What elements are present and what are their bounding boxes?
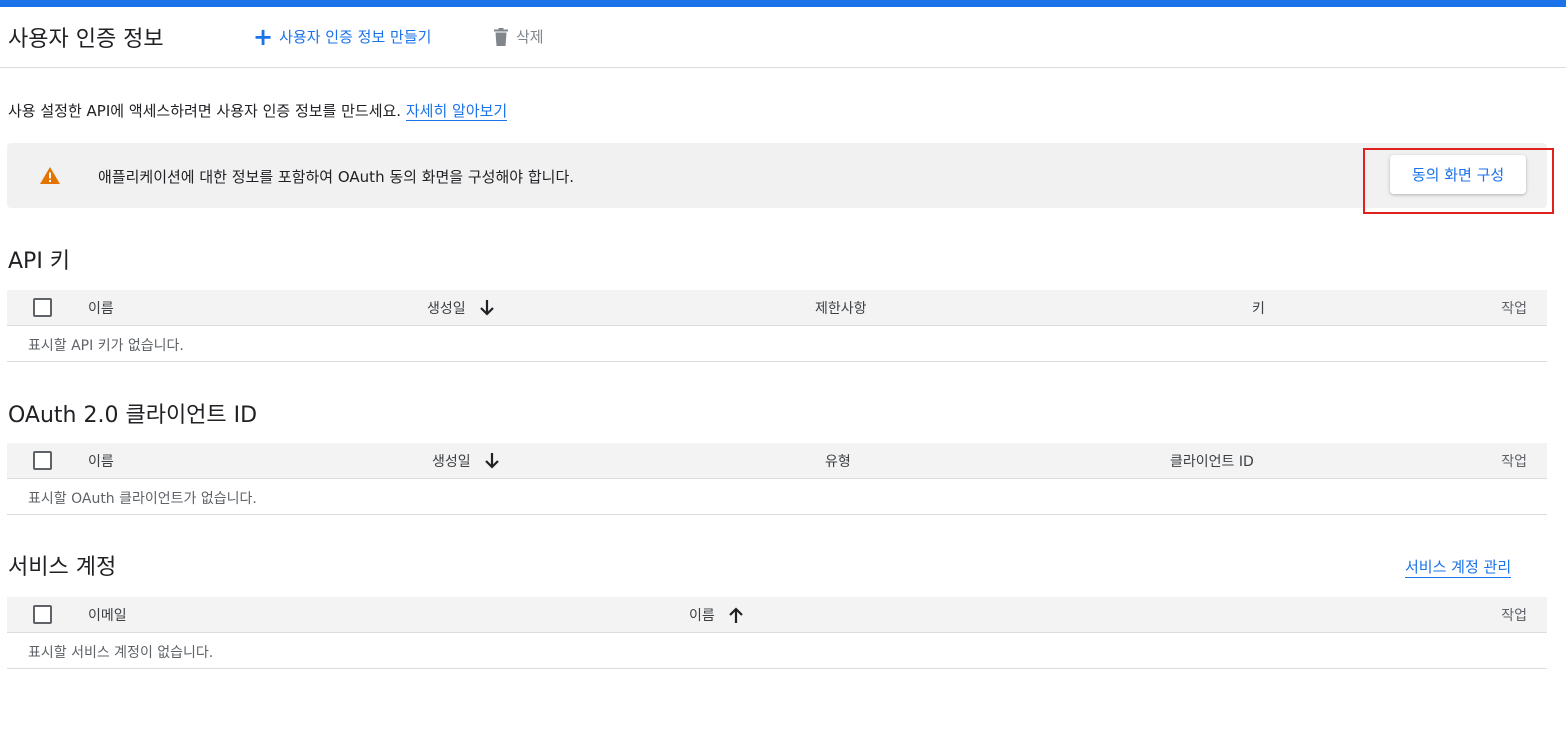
page-title: 사용자 인증 정보 [8,27,164,52]
oauth-table-header: 이름 생성일 유형 클라이언트 ID 작업 [7,443,1547,479]
column-actions: 작업 [1501,454,1527,470]
column-created-label: 생성일 [427,301,466,317]
api-keys-table-header: 이름 생성일 제한사항 키 작업 [7,290,1547,326]
column-actions: 작업 [1501,608,1527,624]
learn-more-link[interactable]: 자세히 알아보기 [405,102,508,121]
column-name[interactable]: 이름 [88,298,114,318]
page-header: 사용자 인증 정보 + 사용자 인증 정보 만들기 삭제 [0,7,1566,68]
empty-message: 표시할 OAuth 클라이언트가 없습니다. [28,491,257,507]
column-created[interactable]: 생성일 [432,451,499,471]
select-all-checkbox[interactable] [33,451,52,470]
intro-text: 사용 설정한 API에 액세스하려면 사용자 인증 정보를 만드세요. 자세히 … [8,100,508,121]
plus-icon: + [253,22,274,51]
manage-service-accounts-link[interactable]: 서비스 계정 관리 [1405,556,1512,578]
select-all-checkbox[interactable] [33,298,52,317]
arrow-down-icon [480,299,494,316]
banner-message: 애플리케이션에 대한 정보를 포함하여 OAuth 동의 화면을 구성해야 합니… [98,168,575,186]
delete-button[interactable]: 삭제 [494,26,544,47]
arrow-up-icon [729,606,743,623]
column-created-label: 생성일 [432,454,471,470]
column-client-id[interactable]: 클라이언트 ID [1170,451,1254,471]
configure-consent-screen-button[interactable]: 동의 화면 구성 [1390,155,1526,194]
oauth-clients-title: OAuth 2.0 클라이언트 ID [8,403,258,428]
create-credentials-label: 사용자 인증 정보 만들기 [279,28,432,46]
column-restrictions[interactable]: 제한사항 [815,298,867,318]
top-accent-bar [0,0,1566,7]
delete-label: 삭제 [516,28,544,46]
column-name-label: 이름 [689,608,715,624]
select-all-checkbox[interactable] [33,605,52,624]
warning-icon [40,167,60,184]
empty-message: 표시할 API 키가 없습니다. [28,338,184,354]
service-accounts-table-header: 이메일 이름 작업 [7,597,1547,633]
column-email[interactable]: 이메일 [88,605,127,625]
column-key[interactable]: 키 [1252,298,1265,318]
arrow-down-icon [485,452,499,469]
column-name[interactable]: 이름 [689,605,743,625]
intro-message: 사용 설정한 API에 액세스하려면 사용자 인증 정보를 만드세요. [8,102,402,120]
service-accounts-empty-row: 표시할 서비스 계정이 없습니다. [7,633,1547,669]
column-name[interactable]: 이름 [88,451,114,471]
service-accounts-title: 서비스 계정 [8,555,117,580]
column-actions: 작업 [1501,301,1527,317]
column-type[interactable]: 유형 [825,451,851,471]
api-keys-empty-row: 표시할 API 키가 없습니다. [7,326,1547,362]
create-credentials-button[interactable]: + 사용자 인증 정보 만들기 [253,22,432,51]
consent-warning-banner: 애플리케이션에 대한 정보를 포함하여 OAuth 동의 화면을 구성해야 합니… [7,143,1547,208]
empty-message: 표시할 서비스 계정이 없습니다. [28,645,214,661]
column-created[interactable]: 생성일 [427,298,494,318]
api-keys-title: API 키 [8,249,71,274]
oauth-empty-row: 표시할 OAuth 클라이언트가 없습니다. [7,479,1547,515]
trash-icon [494,27,508,46]
